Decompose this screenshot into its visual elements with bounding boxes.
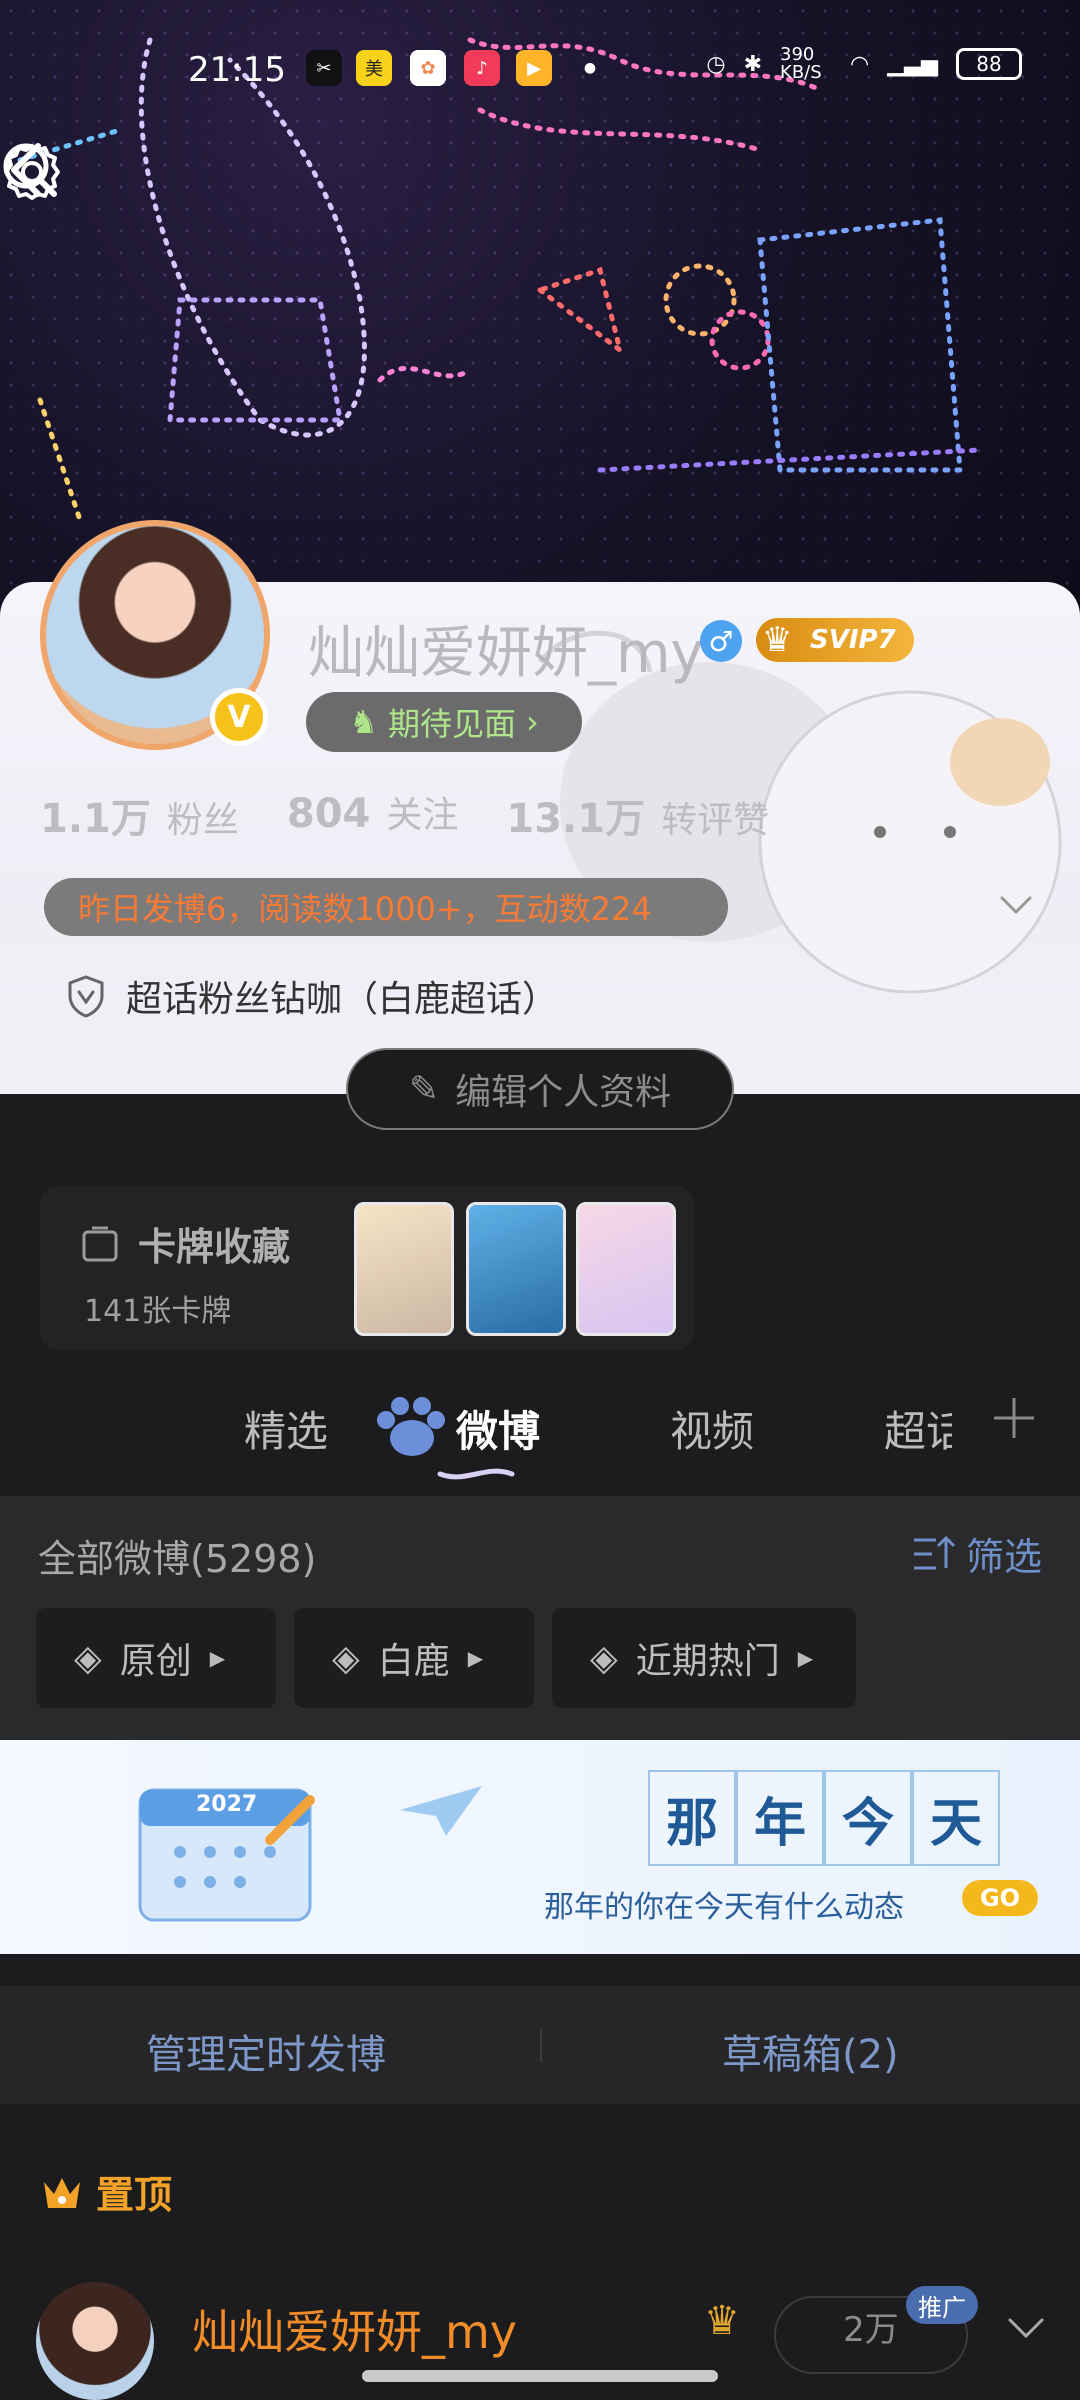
pinned-text: 置顶 — [96, 2173, 173, 2217]
tab-supertopic[interactable]: 超话 — [884, 1398, 952, 1459]
chip-label: 原创 — [119, 1641, 192, 1682]
filter-icon — [913, 1535, 956, 1569]
chevron-down-icon[interactable] — [996, 890, 1036, 920]
card-thumbnail[interactable] — [466, 1202, 566, 1336]
caret-right-icon: ▶ — [467, 1646, 484, 1670]
photos-icon: ✿ — [410, 50, 446, 86]
gear-icon[interactable] — [0, 140, 64, 204]
calendar-icon — [138, 1788, 315, 1922]
activity-notice[interactable]: 昨日发博6，阅读数1000+，互动数224 — [44, 878, 728, 936]
shield-icon — [68, 975, 104, 1018]
music-icon: ♪ — [464, 50, 500, 86]
card-collection[interactable]: 卡牌收藏 141张卡牌 — [40, 1186, 694, 1350]
memory-promo-banner[interactable]: 2027 那 年 今 天 那年的你在今天有什么动态 GO — [0, 1740, 1080, 1954]
status-bar: 21:15 ✂ 美 ✿ ♪ ▶ ● ◷ ✱ 390 KB/S ◠ ▁▃▅ 88 — [0, 40, 1080, 100]
chip-recent-hot[interactable]: ◈ 近期热门 ▶ — [552, 1608, 856, 1708]
super-topic-label: 超话粉丝钻咖（白鹿超话） — [126, 979, 559, 1020]
edit-profile-button[interactable]: ✎ 编辑个人资料 — [346, 1048, 734, 1130]
alarm-icon: ◷ — [706, 51, 726, 77]
meet-icon: ♞ — [349, 703, 378, 741]
post-author-name[interactable]: 灿灿爱妍妍_my — [192, 2296, 517, 2362]
scheduled-posts-button[interactable]: 管理定时发博 — [146, 2022, 386, 2080]
pinned-label: 置顶 — [40, 2164, 172, 2219]
meet-button[interactable]: ♞ 期待见面 › — [306, 692, 582, 752]
status-right: ◷ ✱ 390 KB/S ◠ ▁▃▅ 88 — [706, 46, 1022, 82]
card-collection-title: 卡牌收藏 — [80, 1216, 290, 1271]
crown-icon: ♛ — [762, 620, 793, 660]
stat-followers[interactable]: 1.1万 粉丝 — [40, 786, 239, 844]
post-author-avatar[interactable] — [36, 2282, 154, 2400]
wifi-icon: ◠ — [850, 51, 870, 77]
bluetooth-icon: ✱ — [743, 51, 763, 77]
network-speed: 390 KB/S — [780, 44, 822, 83]
filter-button[interactable]: 筛选 — [910, 1526, 1042, 1581]
stat-following[interactable]: 804 关注 — [287, 786, 459, 844]
paw-icon — [377, 1397, 445, 1456]
chevron-down-icon[interactable] — [1004, 2312, 1048, 2342]
more-dot-icon: ● — [583, 60, 597, 76]
verified-badge-icon: V — [210, 688, 268, 746]
card-count: 141张卡牌 — [84, 1294, 232, 1329]
chip-label: 白鹿 — [377, 1641, 450, 1682]
username: 灿灿爱妍妍_my — [308, 621, 704, 686]
tab-featured[interactable]: 精选 — [244, 1398, 328, 1459]
edit-profile-label: 编辑个人资料 — [455, 1072, 672, 1113]
crown-icon — [44, 2177, 80, 2208]
tab-weibo[interactable]: 微博 — [456, 1398, 540, 1459]
tab-video[interactable]: 视频 — [670, 1398, 754, 1459]
caret-right-icon: ▶ — [209, 1646, 226, 1670]
top-navigation — [0, 140, 1080, 210]
home-indicator[interactable] — [362, 2370, 718, 2382]
svip-level: SVIP7 — [810, 625, 896, 655]
capcut-icon: ✂ — [306, 50, 342, 86]
vip-crown-icon: ♛ — [704, 2298, 740, 2344]
battery-indicator: 88 — [956, 48, 1022, 80]
signal-icon: ▁▃▅ — [887, 51, 938, 77]
meet-label: 期待见面 — [387, 705, 516, 743]
tab-indicator — [437, 1468, 515, 1480]
pencil-icon: ✎ — [408, 1068, 440, 1110]
layers-icon: ◈ — [332, 1637, 360, 1679]
promo-go-button[interactable]: GO — [962, 1880, 1038, 1916]
feed-filter-section: 全部微博(5298) 筛选 ◈ 原创 ▶ ◈ 白鹿 ▶ ◈ 近期热门 ▶ — [0, 1496, 1080, 1740]
card-thumbnail[interactable] — [576, 1202, 676, 1336]
caret-right-icon: ▶ — [797, 1646, 814, 1670]
drafts-button[interactable]: 草稿箱(2) — [722, 2022, 899, 2080]
add-tab-icon[interactable] — [990, 1394, 1038, 1442]
super-topic-row[interactable]: 超话粉丝钻咖（白鹿超话） — [66, 970, 558, 1022]
card-thumbnail[interactable] — [354, 1202, 454, 1336]
profile-screen: 21:15 ✂ 美 ✿ ♪ ▶ ● ◷ ✱ 390 KB/S ◠ ▁▃▅ 88 — [0, 0, 1080, 2400]
video-icon: ▶ — [516, 50, 552, 86]
pinned-post: 置顶 灿灿爱妍妍_my ♛ 2万 推广 — [0, 2136, 1080, 2400]
male-gender-icon: ♂ — [700, 620, 742, 662]
chevron-right-icon: › — [525, 703, 539, 741]
manage-bar: 管理定时发博 草稿箱(2) — [0, 1986, 1080, 2104]
chip-bailu[interactable]: ◈ 白鹿 ▶ — [294, 1608, 534, 1708]
layers-icon: ◈ — [590, 1637, 618, 1679]
status-time: 21:15 — [188, 50, 286, 90]
promo-char: 那 — [648, 1770, 736, 1866]
divider — [540, 2028, 542, 2062]
chip-original[interactable]: ◈ 原创 ▶ — [36, 1608, 276, 1708]
card-collection-label: 卡牌收藏 — [138, 1225, 291, 1269]
paper-plane-icon — [400, 1786, 482, 1836]
meituan-icon: 美 — [356, 50, 392, 86]
calendar-year: 2027 — [196, 1792, 258, 1817]
promo-char: 天 — [912, 1770, 1000, 1866]
chip-label: 近期热门 — [635, 1641, 780, 1682]
layers-icon: ◈ — [74, 1637, 102, 1679]
profile-tabs: 精选 微博 视频 超话 — [0, 1380, 1080, 1480]
card-folder-icon — [82, 1226, 118, 1261]
all-weibo-count[interactable]: 全部微博(5298) — [38, 1528, 316, 1583]
profile-stats: 1.1万 粉丝 804 关注 13.1万 转评赞 — [40, 786, 769, 844]
svip-badge[interactable]: ♛ SVIP7 — [756, 618, 914, 662]
promo-char: 今 — [824, 1770, 912, 1866]
promo-subtitle: 那年的你在今天有什么动态 — [544, 1890, 904, 1925]
promo-title: 那 年 今 天 — [648, 1770, 1000, 1866]
promo-char: 年 — [736, 1770, 824, 1866]
filter-label: 筛选 — [965, 1535, 1042, 1579]
stat-interactions[interactable]: 13.1万 转评赞 — [506, 786, 769, 844]
avatar-container[interactable]: V — [40, 520, 270, 750]
promoted-tag: 推广 — [906, 2286, 978, 2324]
